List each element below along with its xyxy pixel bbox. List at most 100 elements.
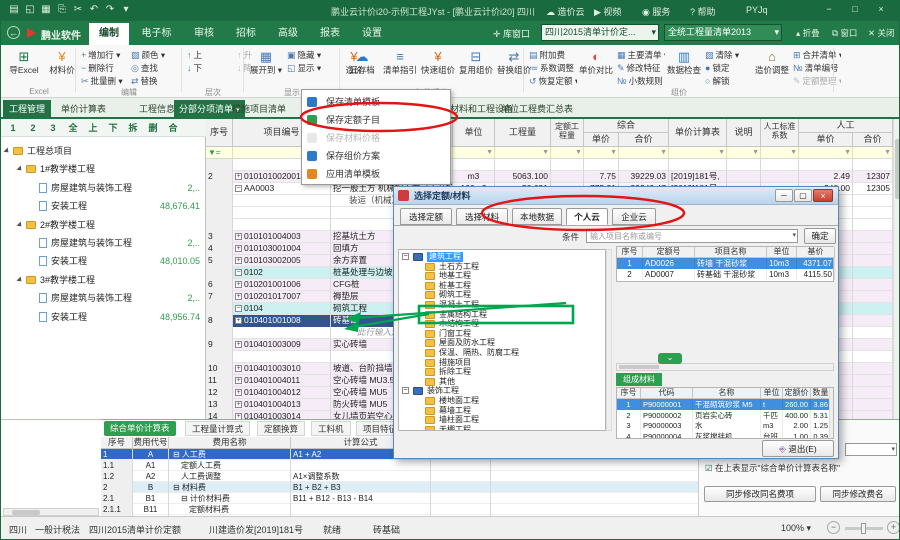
grid-cell-lprice[interactable] xyxy=(799,159,853,171)
dialog-material-row[interactable]: 1P90000001干混砌筑砂浆 M5t260.003.86 xyxy=(617,399,829,410)
grid-cell-ltotal[interactable] xyxy=(853,279,893,291)
ribbon-云存档-button[interactable]: ☁云存档 xyxy=(345,47,379,87)
expand-box-icon[interactable]: + xyxy=(235,281,242,288)
ribbon-展开到-button[interactable]: ▦展开到 ▾ xyxy=(249,47,283,87)
ribbon-导Excel-button[interactable]: ⊞导Excel xyxy=(7,47,41,87)
tree-item[interactable]: 房屋建筑与装饰工程2,.. xyxy=(1,180,206,197)
grid-cell-ltotal[interactable] xyxy=(853,315,893,327)
filter-cell[interactable]: ▼ xyxy=(669,147,727,159)
filter-cell[interactable]: ▼ xyxy=(551,147,584,159)
cut-icon[interactable]: ✂ xyxy=(71,4,85,18)
tree-toolbar[interactable]: 123全上下拆删合 xyxy=(1,119,206,137)
grid-cell-coef[interactable] xyxy=(761,171,799,183)
menu-tab-编制[interactable]: 编制 xyxy=(89,23,129,45)
grid-cell-seq[interactable]: 2 xyxy=(206,171,233,183)
ribbon-下-button[interactable]: ↓下 xyxy=(187,62,235,75)
menu-tab-高级[interactable]: 高级 xyxy=(268,23,308,45)
grid-cell-note[interactable] xyxy=(727,159,761,171)
filter-cell[interactable]: ▼ xyxy=(584,147,619,159)
tree-toolbar-合-button[interactable]: 合 xyxy=(165,121,181,135)
grid-cell-ltotal[interactable] xyxy=(853,159,893,171)
grid-cell-seq[interactable] xyxy=(206,159,233,171)
expand-arrow-icon[interactable] xyxy=(16,221,23,228)
ribbon-显示-button[interactable]: ◱显示 ▾ xyxy=(287,62,335,75)
chevron-down-icon[interactable]: ▾ xyxy=(792,231,796,239)
dialog-maximize-icon[interactable]: ▢ xyxy=(794,189,812,202)
grid-cell-seq[interactable] xyxy=(206,303,233,315)
grid-cell-seq[interactable]: 6 xyxy=(206,279,233,291)
page-tab-措施项目清单[interactable]: 措施项目清单 xyxy=(227,100,291,119)
dialog-title-bar[interactable]: 选择定额/材料 ─▢× xyxy=(394,187,838,205)
expand-box-icon[interactable]: + xyxy=(235,389,242,396)
tree-toolbar-下-button[interactable]: 下 xyxy=(105,121,121,135)
grid-cell-ltotal[interactable] xyxy=(853,207,893,219)
tree-toolbar-1-button[interactable]: 1 xyxy=(5,121,21,135)
undo-icon[interactable]: ↶ xyxy=(87,4,101,18)
grid-cell-ltotal[interactable] xyxy=(853,243,893,255)
dialog-tree-item[interactable]: −建筑工程 xyxy=(399,252,605,262)
maximize-icon[interactable]: □ xyxy=(845,4,865,14)
grid-cell-calc[interactable]: [2019]181号, xyxy=(669,171,727,183)
grid-cell-seq[interactable] xyxy=(206,351,233,363)
ribbon-清单指引-button[interactable]: ≡清单指引 xyxy=(383,47,417,87)
grid-cell-code[interactable] xyxy=(233,327,331,339)
expand-box-icon[interactable]: + xyxy=(235,341,242,348)
bottom-tab-定额换算[interactable]: 定额换算 xyxy=(257,421,305,436)
grid-cell-code[interactable]: +010401003010 xyxy=(233,363,331,375)
dialog-tree-item[interactable]: 地基工程 xyxy=(399,271,605,281)
menu-item-应用清单模板[interactable]: 应用清单模板 xyxy=(302,165,450,183)
menu-tab-审核[interactable]: 审核 xyxy=(184,23,224,45)
filter-chevron-icon[interactable]: ▼ xyxy=(752,147,759,159)
grid-cell-ctotal[interactable] xyxy=(619,159,669,171)
save-icon[interactable]: ▦ xyxy=(39,4,53,18)
tree-hscrollbar[interactable] xyxy=(3,508,99,516)
dialog-tab-个人云[interactable]: 个人云 xyxy=(566,208,608,225)
grid-cell-ltotal[interactable] xyxy=(853,195,893,207)
grid-cell-seq[interactable]: 9 xyxy=(206,339,233,351)
scroll-thumb[interactable] xyxy=(619,365,659,369)
dialog-minimize-icon[interactable]: ─ xyxy=(775,189,793,202)
expand-arrow-icon[interactable] xyxy=(3,147,10,154)
tree-item[interactable]: 房屋建筑与装饰工程2,.. xyxy=(1,235,206,252)
redo-icon[interactable]: ↷ xyxy=(103,4,117,18)
grid-cell-dqty[interactable] xyxy=(551,171,584,183)
grid-cell-calc[interactable] xyxy=(669,159,727,171)
dialog-tree-item[interactable]: 其他 xyxy=(399,377,605,387)
materials-vscrollbar[interactable] xyxy=(829,388,834,439)
zoom-slider-handle[interactable] xyxy=(861,523,866,534)
ribbon-主要清单-button[interactable]: ▦主要清单 ▾ xyxy=(617,49,665,62)
quota-library-select[interactable]: 四川2015清单计价定...▾ xyxy=(541,24,659,41)
bottom-tab-工料机[interactable]: 工料机 xyxy=(311,421,351,436)
expand-arrow-icon[interactable] xyxy=(16,166,23,173)
dialog-tab-选择定额[interactable]: 选择定额 xyxy=(400,208,452,225)
show-name-checkbox[interactable]: ☑ 在上表显示"综合单价计算表名称" xyxy=(705,462,840,474)
grid-cell-code[interactable]: +010103001004 xyxy=(233,243,331,255)
ribbon-数据检查-button[interactable]: ▥数据检查 xyxy=(667,47,701,87)
tree-toolbar-拆-button[interactable]: 拆 xyxy=(125,121,141,135)
ribbon-清除-button[interactable]: ▨清除 ▾ xyxy=(705,49,753,62)
ribbon-附加费-button[interactable]: ▤附加费 xyxy=(529,49,577,62)
expand-box-icon[interactable]: + xyxy=(235,233,242,240)
ribbon-单价对比-button[interactable]: ◐单价对比 xyxy=(579,47,613,87)
grid-cell-note[interactable] xyxy=(727,171,761,183)
grid-cell-dqty[interactable] xyxy=(551,159,584,171)
grid-cell-seq[interactable] xyxy=(206,195,233,207)
grid-cell-code[interactable]: +010201001006 xyxy=(233,279,331,291)
grid-cell-ltotal[interactable] xyxy=(853,303,893,315)
grid-cell-seq[interactable]: 5 xyxy=(206,255,233,267)
ribbon-系数调整-button[interactable]: ≔系数调整 xyxy=(529,62,577,75)
search-input[interactable]: 输入项目名称或编号▾ xyxy=(586,229,798,243)
dialog-tab-本地数据[interactable]: 本地数据 xyxy=(512,208,562,225)
tree-item[interactable]: 房屋建筑与装饰工程2,.. xyxy=(1,290,206,307)
grid-cell-seq[interactable] xyxy=(206,183,233,195)
panel-tab-单价计算表[interactable]: 单价计算表 xyxy=(55,100,112,119)
grid-cell-seq[interactable]: 8 xyxy=(206,315,233,327)
bp-row[interactable]: 2B⊟ 材料费B1 + B2 + B3 xyxy=(101,482,698,493)
grid-cell-code[interactable]: +010101004003 xyxy=(233,231,331,243)
dialog-material-row[interactable]: 3P90000003水m32.001.25 xyxy=(617,420,829,431)
tree-toolbar-删-button[interactable]: 删 xyxy=(145,121,161,135)
dialog-tree-item[interactable]: 措施项目 xyxy=(399,358,605,368)
minimize-icon[interactable]: − xyxy=(819,4,839,14)
grid-cell-seq[interactable]: 14 xyxy=(206,411,233,419)
dialog-material-row[interactable]: 2P90000002页岩实心砖千匹400.005.31 xyxy=(617,410,829,421)
